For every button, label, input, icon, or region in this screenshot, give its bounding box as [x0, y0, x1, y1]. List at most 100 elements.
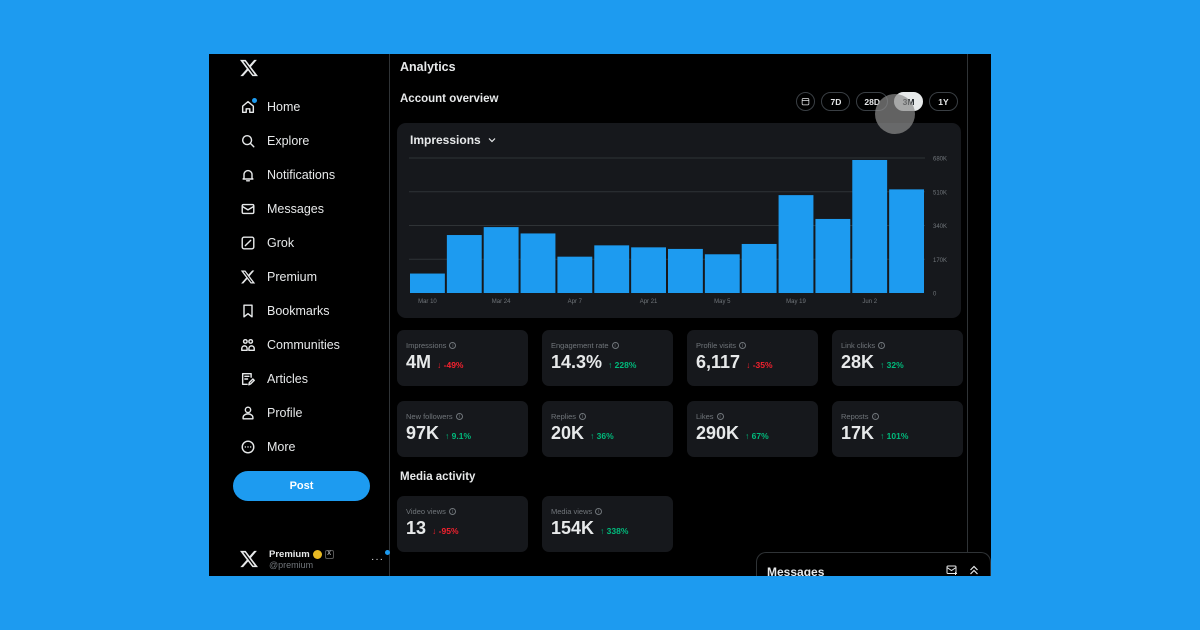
sidebar-item-label: Home	[267, 100, 301, 114]
metric-label-row: New followers i	[406, 412, 463, 421]
info-icon[interactable]: i	[716, 413, 724, 420]
envelope-icon	[239, 200, 257, 218]
account-handle: @premium	[269, 559, 314, 570]
y-tick-label: 0	[933, 292, 937, 298]
info-icon[interactable]: i	[595, 508, 603, 515]
y-tick-label: 680K	[933, 157, 947, 163]
primary-nav: Home Explore Notifications Messages Grok…	[239, 90, 340, 464]
sidebar-item-explore[interactable]: Explore	[239, 124, 340, 158]
bar-mar-17	[446, 235, 482, 293]
metric-value-row: 28K ↑ 32%	[841, 352, 904, 373]
metric-change: ↓ -49%	[437, 360, 463, 370]
metric-card-media-views[interactable]: Media views i 154K ↑ 338%	[542, 496, 673, 552]
sidebar-item-notifications[interactable]: Notifications	[239, 158, 340, 192]
info-icon[interactable]: i	[455, 413, 463, 420]
metric-card-new-followers[interactable]: New followers i 97K ↑ 9.1%	[397, 401, 528, 457]
sidebar-item-label: Profile	[267, 406, 303, 420]
x-tick-label: Mar 24	[492, 299, 511, 305]
info-icon[interactable]: i	[611, 342, 619, 349]
sidebar-item-bookmarks[interactable]: Bookmarks	[239, 294, 340, 328]
info-icon[interactable]: i	[579, 413, 587, 420]
metric-card-link-clicks[interactable]: Link clicks i 28K ↑ 32%	[832, 330, 963, 386]
info-icon[interactable]: i	[871, 413, 879, 420]
sidebar-item-articles[interactable]: Articles	[239, 362, 340, 396]
metric-label: Impressions	[406, 341, 447, 350]
date-range-selector: 7D 28D 3M 1Y	[796, 92, 958, 111]
info-icon[interactable]: i	[448, 508, 456, 515]
verified-badge-icon	[312, 549, 322, 559]
metric-card-replies[interactable]: Replies i 20K ↑ 36%	[542, 401, 673, 457]
account-switcher[interactable]: Premium X @premium ···	[239, 544, 390, 574]
section-title-media-activity: Media activity	[400, 471, 476, 483]
sidebar-item-communities[interactable]: Communities	[239, 328, 340, 362]
bar-mar-31	[520, 233, 556, 293]
arrow-up-icon: ↑	[880, 431, 885, 441]
bar-apr-28	[668, 248, 703, 293]
impressions-bar-chart: 0 170K 340K 510K 680K Mar 10 Mar 24 Apr 7 Apr 21…	[409, 157, 947, 305]
metric-label: Profile visits	[696, 341, 737, 350]
metric-value-row: 97K ↑ 9.1%	[406, 423, 471, 444]
metric-card-reposts[interactable]: Reposts i 17K ↑ 101%	[832, 401, 963, 457]
sidebar-item-more[interactable]: More	[239, 430, 340, 464]
sidebar-item-premium[interactable]: Premium	[239, 260, 340, 294]
metric-change: ↑ 228%	[608, 360, 636, 370]
range-7d-button[interactable]: 7D	[821, 92, 851, 111]
x-logo-icon[interactable]	[239, 58, 259, 78]
info-icon[interactable]: i	[739, 342, 747, 349]
metric-label-row: Likes i	[696, 412, 724, 421]
sidebar-item-messages[interactable]: Messages	[239, 192, 340, 226]
info-icon[interactable]: i	[878, 342, 886, 349]
range-1y-button[interactable]: 1Y	[929, 92, 958, 111]
arrow-up-icon: ↑	[600, 526, 605, 536]
metric-value: 290K	[696, 423, 740, 443]
metric-value-row: 14.3% ↑ 228%	[551, 352, 636, 373]
sidebar-item-home[interactable]: Home	[239, 90, 340, 124]
arrow-up-icon: ↑	[880, 360, 885, 370]
sidebar-item-label: Articles	[267, 372, 308, 386]
sidebar-item-profile[interactable]: Profile	[239, 396, 340, 430]
range-28d-button[interactable]: 28D	[856, 92, 888, 111]
new-message-icon[interactable]	[946, 563, 958, 577]
y-tick-label: 510K	[933, 190, 947, 196]
custom-date-range-button[interactable]	[796, 92, 816, 111]
metric-value: 97K	[406, 423, 440, 443]
metric-card-profile-visits[interactable]: Profile visits i 6,117 ↓ -35%	[687, 330, 818, 386]
metric-change-value: 9.1%	[451, 431, 472, 441]
impressions-chart-card: Impressions 0 170K 340K 510K 680K Mar 10 Mar 2…	[397, 123, 961, 318]
metric-value: 17K	[841, 423, 875, 443]
metric-value-row: 4M ↓ -49%	[406, 352, 463, 373]
metric-change: ↓ -35%	[746, 360, 772, 370]
more-options-icon[interactable]: ···	[371, 549, 390, 565]
range-3m-button[interactable]: 3M	[894, 92, 923, 111]
communities-icon	[239, 336, 257, 354]
y-tick-label: 340K	[933, 224, 947, 230]
metric-change: ↓ -95%	[432, 526, 458, 536]
metric-change-value: -49%	[443, 360, 464, 370]
metric-card-video-views[interactable]: Video views i 13 ↓ -95%	[397, 496, 528, 552]
metric-card-likes[interactable]: Likes i 290K ↑ 67%	[687, 401, 818, 457]
sidebar-item-label: Premium	[267, 270, 318, 284]
metric-label: Video views	[406, 507, 446, 516]
x-tick-label: May 19	[786, 299, 806, 305]
bar-mar-10	[410, 273, 445, 293]
grok-icon	[239, 234, 257, 252]
metric-value: 13	[406, 518, 427, 538]
metric-value: 4M	[406, 352, 432, 372]
info-icon[interactable]: i	[449, 342, 457, 349]
expand-up-icon[interactable]	[968, 563, 980, 577]
post-button[interactable]: Post	[233, 471, 370, 501]
bar-apr-14	[594, 245, 630, 293]
bar-jun-2	[852, 159, 888, 293]
x-tick-label: May 5	[714, 299, 731, 305]
bar-may-12	[741, 243, 777, 293]
more-circle-icon	[239, 438, 257, 456]
messages-drawer[interactable]: Messages	[756, 552, 991, 576]
sidebar-item-grok[interactable]: Grok	[239, 226, 340, 260]
x-tick-label: Apr 7	[568, 299, 583, 305]
metric-change: ↑ 338%	[600, 526, 628, 536]
metric-card-engagement-rate[interactable]: Engagement rate i 14.3% ↑ 228%	[542, 330, 673, 386]
section-title-account-overview: Account overview	[400, 93, 499, 105]
home-icon	[239, 98, 257, 116]
metric-change-value: 101%	[886, 431, 909, 441]
metric-card-impressions[interactable]: Impressions i 4M ↓ -49%	[397, 330, 528, 386]
